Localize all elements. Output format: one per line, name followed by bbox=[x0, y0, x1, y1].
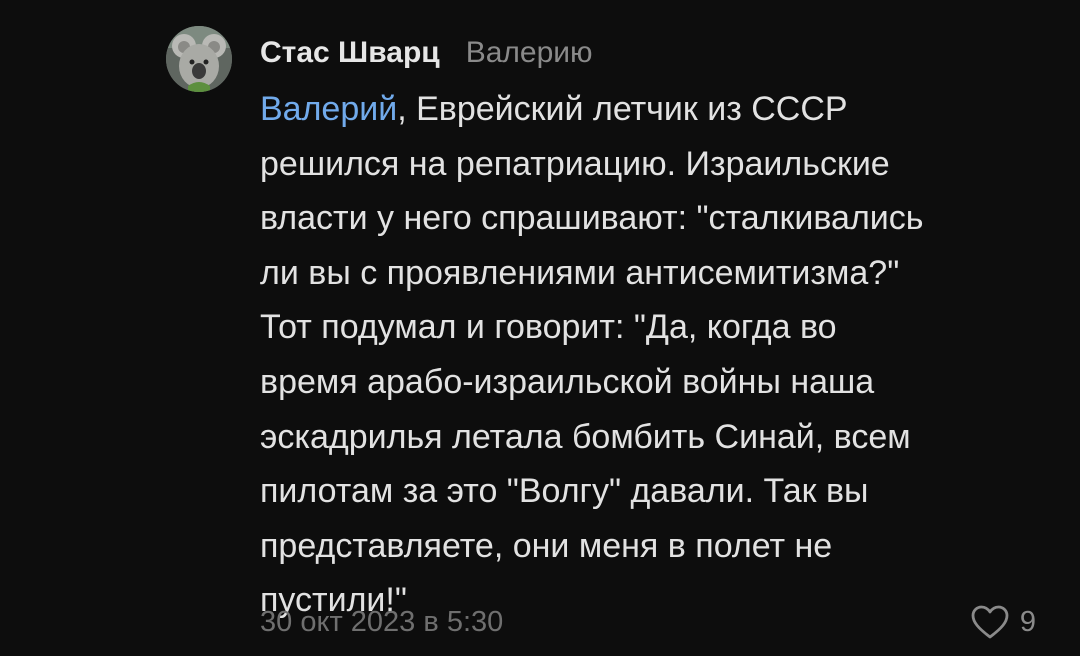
comment-line: представляете, они меня в полет не bbox=[260, 526, 833, 565]
comment-line: эскадрилья летала бомбить Синай, всем bbox=[260, 417, 911, 456]
comment-header: Стас Шварц Валерию bbox=[260, 36, 593, 76]
comment-line-text: , Еврейский летчик из СССР bbox=[397, 90, 848, 128]
comment-line: Тот подумал и говорит: "Да, когда во bbox=[260, 308, 837, 347]
comment-line: ли вы с проявлениями антисемитизма?" bbox=[260, 253, 900, 292]
like-count: 9 bbox=[1019, 605, 1036, 638]
comment-line: решился на репатриацию. Израильские bbox=[260, 144, 890, 183]
like-button[interactable]: 9 bbox=[970, 604, 1036, 640]
comment-line: Валерий, Еврейский летчик из СССР bbox=[260, 82, 1050, 137]
comment-line: пилотам за это "Волгу" давали. Так вы bbox=[260, 472, 869, 511]
comment-line: время арабо-израильской войны наша bbox=[260, 362, 875, 401]
heart-outline-icon bbox=[971, 605, 1009, 639]
comment-line: власти у него спрашивают: "сталкивались bbox=[260, 199, 924, 238]
mention-link[interactable]: Валерий bbox=[260, 90, 397, 128]
author-name[interactable]: Стас Шварц bbox=[260, 36, 440, 70]
avatar[interactable] bbox=[166, 26, 232, 92]
reply-to-label[interactable]: Валерию bbox=[466, 36, 593, 70]
comment-date[interactable]: 30 окт 2023 в 5:30 bbox=[260, 606, 503, 639]
koala-avatar-icon bbox=[166, 26, 232, 92]
comment: Стас Шварц Валерию Валерий, Еврейский ле… bbox=[0, 0, 1080, 656]
comment-text: Валерий, Еврейский летчик из СССР решилс… bbox=[260, 82, 1050, 628]
